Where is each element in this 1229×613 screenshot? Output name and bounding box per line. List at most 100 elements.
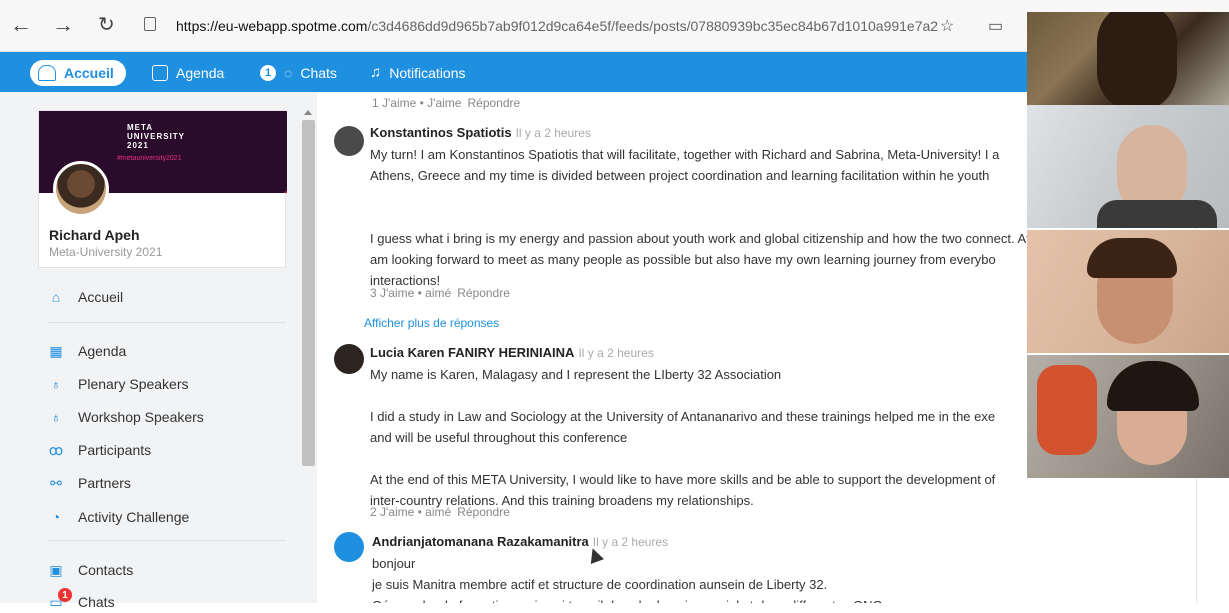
- like-count[interactable]: 3 J'aime • aimé: [370, 286, 451, 300]
- comment-line: My name is Karen, Malagasy and I represe…: [370, 367, 782, 382]
- comment-time: Il y a 2 heures: [578, 346, 654, 360]
- favorites-star-icon[interactable]: ☆: [940, 16, 954, 36]
- sidebar-item-activity-challenge[interactable]: ◔ Activity Challenge: [48, 506, 190, 528]
- participant-video: [1107, 361, 1199, 411]
- author-name[interactable]: Konstantinos Spatiotis: [370, 125, 512, 140]
- show-more-replies-link[interactable]: Afficher plus de réponses: [364, 316, 499, 330]
- participant-video: [1037, 365, 1097, 455]
- sidebar-item-contacts[interactable]: ▣ Contacts: [48, 559, 133, 581]
- comment-line: My turn! I am Konstantinos Spatiotis tha…: [370, 147, 1000, 162]
- tab-label: Accueil: [64, 65, 114, 81]
- sidebar-item-accueil[interactable]: ⌂ Accueil: [48, 286, 123, 308]
- like-count[interactable]: 2 J'aime • aimé: [370, 505, 451, 519]
- reply-link[interactable]: Répondre: [467, 96, 520, 110]
- people-icon: ꝏ: [48, 441, 64, 458]
- reply-link[interactable]: Répondre: [457, 505, 510, 519]
- sidebar-item-label: Workshop Speakers: [78, 409, 204, 425]
- tab-label: Chats: [300, 65, 337, 81]
- sidebar: META UNIVERSITY 2021 #metauniversity2021 R…: [0, 92, 300, 610]
- sidebar-divider: [48, 540, 286, 541]
- contact-card-icon: ▣: [49, 561, 63, 578]
- video-tile-participant-4[interactable]: [1027, 355, 1229, 478]
- participant-video: [1097, 12, 1177, 112]
- sidebar-divider: [48, 322, 286, 323]
- calendar-icon: [152, 65, 168, 81]
- gauge-icon: ◔: [51, 509, 61, 525]
- url-text: https://eu-webapp.spotme.com/c3d4686dd9d…: [176, 18, 939, 34]
- reading-view-icon[interactable]: ▭: [988, 16, 1003, 36]
- comment-line: I guess what i bring is my energy and pa…: [370, 231, 1029, 246]
- comment-meta: 3 J'aime • aimé Répondre: [370, 286, 510, 300]
- sidebar-item-agenda[interactable]: ▦ Agenda: [48, 340, 126, 362]
- sidebar-item-label: Plenary Speakers: [78, 376, 189, 392]
- comment-line: At the end of this META University, I wo…: [370, 472, 996, 487]
- chat-count-badge: 1: [58, 588, 72, 602]
- participant-video: [1097, 200, 1217, 228]
- microphone-icon: ♁: [50, 409, 62, 425]
- scroll-up-arrow-icon[interactable]: [304, 110, 312, 115]
- calendar-icon: ▦: [49, 342, 63, 359]
- reload-icon[interactable]: ↻: [98, 14, 115, 36]
- microphone-icon: ♁: [50, 376, 62, 392]
- home-icon: [38, 65, 56, 81]
- tab-chats[interactable]: 1 ◌ Chats: [260, 60, 337, 86]
- sidebar-item-chats[interactable]: ▭ 1 Chats: [48, 588, 115, 613]
- comment-time: Il y a 2 heures: [515, 126, 591, 140]
- chat-icon: ◌: [284, 65, 293, 81]
- profile-name: Richard Apeh: [49, 227, 140, 243]
- scrollbar-thumb[interactable]: [302, 120, 315, 466]
- event-hashtag: #metauniversity2021: [117, 155, 182, 162]
- back-arrow-icon[interactable]: ←: [10, 14, 32, 36]
- comment-body: My name is Karen, Malagasy and I represe…: [370, 364, 995, 511]
- chat-icon: ▭ 1: [48, 588, 72, 610]
- comment-line: Athens, Greece and my time is divided be…: [370, 168, 990, 183]
- comment-meta: 1 J'aime • J'aime Répondre: [372, 96, 520, 110]
- profile-subtitle: Meta-University 2021: [49, 245, 163, 259]
- tab-accueil[interactable]: Accueil: [30, 60, 126, 86]
- handshake-icon: ⚯: [50, 474, 62, 491]
- sidebar-item-label: Activity Challenge: [78, 509, 190, 525]
- author-name[interactable]: Lucia Karen FANIRY HERINIAINA: [370, 345, 574, 360]
- event-logo: META UNIVERSITY 2021: [127, 123, 186, 150]
- sidebar-item-label: Accueil: [78, 289, 124, 305]
- avatar[interactable]: [334, 344, 364, 374]
- tab-notifications[interactable]: ♫ Notifications: [370, 60, 466, 86]
- feed-comments: 1 J'aime • J'aime Répondre Konstantinos S…: [318, 92, 1029, 603]
- profile-card[interactable]: META UNIVERSITY 2021 #metauniversity2021 R…: [38, 110, 287, 268]
- sidebar-item-partners[interactable]: ⚯ Partners: [48, 472, 131, 494]
- comment-time: Il y a 2 heures: [592, 535, 669, 549]
- like-count[interactable]: 1 J'aime • J'aime: [372, 96, 461, 110]
- reply-link[interactable]: Répondre: [457, 286, 510, 300]
- bell-icon: ♫: [370, 64, 382, 81]
- comment-body: My turn! I am Konstantinos Spatiotis tha…: [370, 144, 1029, 291]
- sidebar-item-plenary-speakers[interactable]: ♁ Plenary Speakers: [48, 373, 189, 395]
- comment-line: Géographe de formation mais qui travail …: [372, 595, 883, 603]
- comment-author[interactable]: Lucia Karen FANIRY HERINIAINA Il y a 2 he…: [370, 345, 654, 360]
- avatar[interactable]: [334, 126, 364, 156]
- forward-arrow-icon[interactable]: →: [52, 14, 74, 36]
- avatar: [53, 161, 109, 217]
- comment-line: je suis Manitra membre actif et structur…: [372, 577, 828, 592]
- chat-count-badge: 1: [260, 65, 276, 81]
- tab-agenda[interactable]: Agenda: [152, 60, 224, 86]
- avatar[interactable]: [334, 532, 364, 562]
- sidebar-item-label: Chats: [78, 594, 115, 610]
- video-tile-participant-3[interactable]: [1027, 230, 1229, 353]
- sidebar-item-participants[interactable]: ꝏ Participants: [48, 439, 151, 461]
- tab-label: Notifications: [389, 65, 466, 81]
- sidebar-item-workshop-speakers[interactable]: ♁ Workshop Speakers: [48, 406, 204, 428]
- participant-video: [1087, 238, 1177, 278]
- sidebar-item-label: Contacts: [78, 562, 134, 578]
- address-bar[interactable]: https://eu-webapp.spotme.com/c3d4686dd9d…: [140, 12, 1020, 40]
- comment-author[interactable]: Andrianjatomanana Razakamanitra Il y a 2 …: [372, 534, 668, 549]
- comment-body: bonjour je suis Manitra membre actif et …: [372, 553, 883, 603]
- page-info-icon[interactable]: [144, 17, 156, 31]
- video-tile-participant-2[interactable]: [1027, 105, 1229, 228]
- author-name[interactable]: Andrianjatomanana Razakamanitra: [372, 534, 589, 549]
- comment-line: I did a study in Law and Sociology at th…: [370, 409, 996, 424]
- comment-author[interactable]: Konstantinos Spatiotis Il y a 2 heures: [370, 125, 591, 140]
- sidebar-item-label: Partners: [78, 475, 131, 491]
